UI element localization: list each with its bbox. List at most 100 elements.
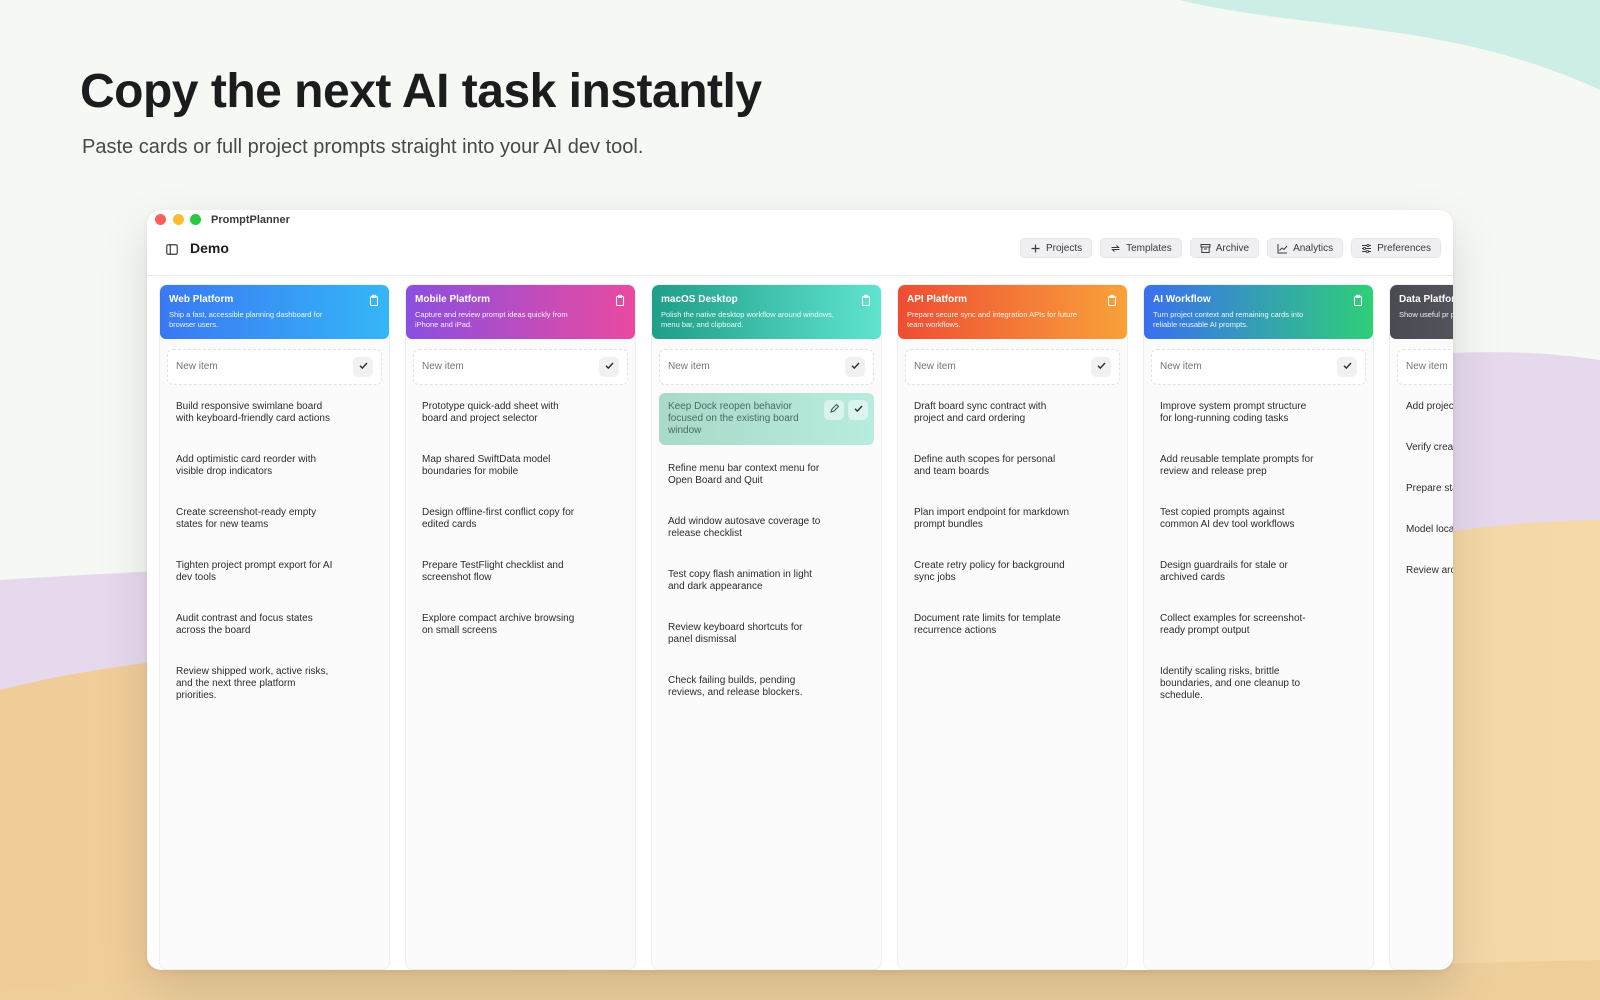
analytics-button[interactable]: Analytics xyxy=(1267,238,1344,258)
new-item-input[interactable] xyxy=(422,361,572,372)
edit-card-button[interactable] xyxy=(824,400,844,420)
card-text: Define auth scopes for personal and team… xyxy=(914,454,1056,477)
card[interactable]: Add projec for analytic xyxy=(1397,393,1453,421)
copy-icon[interactable] xyxy=(1105,294,1118,307)
card[interactable]: Improve system prompt structure for long… xyxy=(1151,393,1366,433)
checkmark-icon xyxy=(853,403,864,418)
card-text: Verify crea chart over xyxy=(1406,442,1453,453)
new-item-input[interactable] xyxy=(1406,361,1453,372)
card[interactable]: Prepare sta Store scree xyxy=(1397,475,1453,503)
column-header[interactable]: Data Platfor Show useful pr prompt conten… xyxy=(1390,285,1453,339)
card[interactable]: Define auth scopes for personal and team… xyxy=(905,446,1120,486)
card-text: Improve system prompt structure for long… xyxy=(1160,401,1307,424)
card-text: Prepare TestFlight checklist and screens… xyxy=(422,560,564,583)
card[interactable]: Document rate limits for template recurr… xyxy=(905,605,1120,645)
new-item-input[interactable] xyxy=(668,361,818,372)
sidebar-icon xyxy=(166,243,178,255)
column-header[interactable]: AI Workflow Turn project context and rema… xyxy=(1144,285,1373,339)
card-text: Add reusable template prompts for review… xyxy=(1160,454,1314,477)
archive-button[interactable]: Archive xyxy=(1189,238,1260,258)
add-item-button[interactable] xyxy=(599,357,619,377)
card-list: Keep Dock reopen behavior focused on the… xyxy=(652,393,881,707)
card-text: Design offline-first conflict copy for e… xyxy=(422,507,575,530)
card[interactable]: Draft board sync contract with project a… xyxy=(905,393,1120,433)
card-text: Add optimistic card reorder with visible… xyxy=(176,454,317,477)
projects-button[interactable]: Projects xyxy=(1020,238,1093,258)
copy-icon[interactable] xyxy=(613,294,626,307)
card[interactable]: Review keyboard shortcuts for panel dism… xyxy=(659,614,874,654)
card[interactable]: Test copy flash animation in light and d… xyxy=(659,561,874,601)
card-selected[interactable]: Keep Dock reopen behavior focused on the… xyxy=(659,393,874,445)
card[interactable]: Tighten project prompt export for AI dev… xyxy=(167,552,382,592)
card-text: Test copied prompts against common AI de… xyxy=(1160,507,1295,530)
new-item-input[interactable] xyxy=(1160,361,1310,372)
card[interactable]: Audit contrast and focus states across t… xyxy=(167,605,382,645)
add-item-button[interactable] xyxy=(1091,357,1111,377)
card[interactable]: Design offline-first conflict copy for e… xyxy=(413,499,628,539)
card[interactable]: Review shipped work, active risks, and t… xyxy=(167,658,382,710)
card[interactable]: Create screenshot-ready empty states for… xyxy=(167,499,382,539)
card[interactable]: Review arc bulk compl xyxy=(1397,557,1453,585)
card[interactable]: Model loca for store su xyxy=(1397,516,1453,544)
card[interactable]: Create retry policy for background sync … xyxy=(905,552,1120,592)
pencil-icon xyxy=(829,403,840,418)
card[interactable]: Collect examples for screenshot-ready pr… xyxy=(1151,605,1366,645)
column-title: API Platform xyxy=(907,294,968,305)
card-text: Document rate limits for template recurr… xyxy=(914,613,1061,636)
templates-button[interactable]: Templates xyxy=(1100,238,1182,258)
card[interactable]: Verify crea chart over xyxy=(1397,434,1453,462)
column-title: Mobile Platform xyxy=(415,294,491,305)
column-header[interactable]: Mobile Platform Capture and review prompt… xyxy=(406,285,635,339)
zoom-window-button[interactable] xyxy=(190,214,201,225)
column-description: Turn project context and remaining cards… xyxy=(1153,310,1304,329)
preferences-button[interactable]: Preferences xyxy=(1351,238,1441,258)
column-header[interactable]: macOS Desktop Polish the native desktop w… xyxy=(652,285,881,339)
card[interactable]: Prototype quick-add sheet with board and… xyxy=(413,393,628,433)
card-text: Create screenshot-ready empty states for… xyxy=(176,507,317,530)
card[interactable]: Build responsive swimlane board with key… xyxy=(167,393,382,433)
card[interactable]: Design guardrails for stale or archived … xyxy=(1151,552,1366,592)
close-window-button[interactable] xyxy=(155,214,166,225)
column-title: Web Platform xyxy=(169,294,234,305)
card[interactable]: Plan import endpoint for markdown prompt… xyxy=(905,499,1120,539)
card[interactable]: Prepare TestFlight checklist and screens… xyxy=(413,552,628,592)
add-item-button[interactable] xyxy=(845,357,865,377)
preferences-button-label: Preferences xyxy=(1377,242,1431,254)
card[interactable]: Refine menu bar context menu for Open Bo… xyxy=(659,455,874,495)
new-item-input[interactable] xyxy=(176,361,326,372)
card-text: Check failing builds, pending reviews, a… xyxy=(668,675,803,698)
sidebar-toggle-button[interactable] xyxy=(161,238,183,260)
card[interactable]: Add window autosave coverage to release … xyxy=(659,508,874,548)
card[interactable]: Map shared SwiftData model boundaries fo… xyxy=(413,446,628,486)
card[interactable]: Test copied prompts against common AI de… xyxy=(1151,499,1366,539)
card[interactable]: Explore compact archive browsing on smal… xyxy=(413,605,628,645)
checkmark-icon xyxy=(1342,358,1353,376)
card-text: Add window autosave coverage to release … xyxy=(668,516,821,539)
app-name: PromptPlanner xyxy=(211,214,290,226)
copy-icon[interactable] xyxy=(367,294,380,307)
card-actions xyxy=(824,400,868,420)
add-item-button[interactable] xyxy=(353,357,373,377)
new-item-field xyxy=(1151,349,1366,385)
copy-icon[interactable] xyxy=(1351,294,1364,307)
new-item-input[interactable] xyxy=(914,361,1064,372)
card[interactable]: Add optimistic card reorder with visible… xyxy=(167,446,382,486)
column-description: Prepare secure sync and integration APIs… xyxy=(907,310,1078,329)
new-item-field xyxy=(905,349,1120,385)
card-text: Test copy flash animation in light and d… xyxy=(668,569,812,592)
complete-card-button[interactable] xyxy=(848,400,868,420)
column-header[interactable]: API Platform Prepare secure sync and inte… xyxy=(898,285,1127,339)
column-description: Capture and review prompt ideas quickly … xyxy=(415,310,568,329)
column-header[interactable]: Web Platform Ship a fast, accessible plan… xyxy=(160,285,389,339)
card-list: Improve system prompt structure for long… xyxy=(1144,393,1373,710)
templates-button-label: Templates xyxy=(1126,242,1172,254)
card[interactable]: Check failing builds, pending reviews, a… xyxy=(659,667,874,707)
add-item-button[interactable] xyxy=(1337,357,1357,377)
minimize-window-button[interactable] xyxy=(173,214,184,225)
card[interactable]: Add reusable template prompts for review… xyxy=(1151,446,1366,486)
column-title: macOS Desktop xyxy=(661,294,738,305)
card[interactable]: Identify scaling risks, brittle boundari… xyxy=(1151,658,1366,710)
card-text: Review keyboard shortcuts for panel dism… xyxy=(668,622,803,645)
title-bar: PromptPlanner xyxy=(147,210,1453,232)
copy-icon[interactable] xyxy=(859,294,872,307)
